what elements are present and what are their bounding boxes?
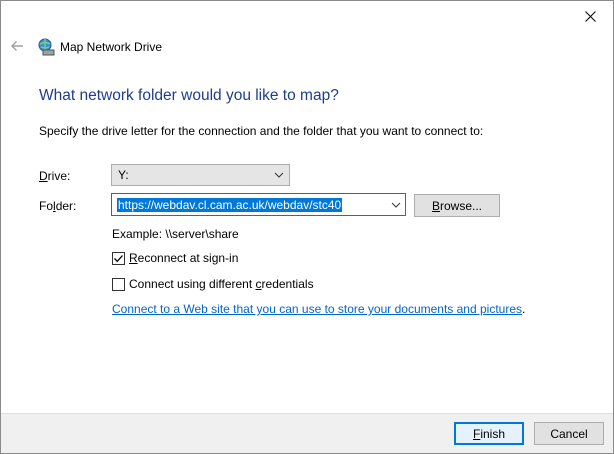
drive-select[interactable]: Y: xyxy=(111,164,290,186)
folder-combobox[interactable]: https://webdav.cl.cam.ac.uk/webdav/stc40 xyxy=(111,193,406,216)
folder-label: Folder: xyxy=(39,199,77,213)
cancel-button[interactable]: Cancel xyxy=(534,422,604,445)
web-site-link-row: Connect to a Web site that you can use t… xyxy=(112,302,526,316)
instructions-text: Specify the drive letter for the connect… xyxy=(39,124,484,138)
credentials-label: Connect using different credentials xyxy=(129,277,314,291)
checkmark-icon xyxy=(114,254,123,262)
back-arrow-icon xyxy=(11,41,23,51)
network-drive-icon xyxy=(37,38,55,56)
folder-input[interactable]: https://webdav.cl.cam.ac.uk/webdav/stc40 xyxy=(117,197,343,212)
chevron-down-icon xyxy=(274,172,284,178)
reconnect-checkbox[interactable] xyxy=(112,251,125,265)
close-icon xyxy=(584,10,596,22)
finish-button[interactable]: Finish xyxy=(454,422,524,445)
close-button[interactable] xyxy=(567,1,613,31)
page-heading: What network folder would you like to ma… xyxy=(39,87,339,104)
credentials-checkbox-row[interactable]: Connect using different credentials xyxy=(112,277,314,291)
example-text: Example: \\server\share xyxy=(112,227,239,241)
back-button[interactable] xyxy=(7,37,27,55)
wizard-header: Map Network Drive xyxy=(37,37,162,57)
reconnect-checkbox-row[interactable]: Reconnect at sign-in xyxy=(112,251,238,265)
title-bar xyxy=(1,1,613,31)
credentials-checkbox[interactable] xyxy=(112,277,125,291)
browse-button[interactable]: Browse... xyxy=(414,194,500,217)
reconnect-label: Reconnect at sign-in xyxy=(129,251,239,265)
map-network-drive-dialog: Map Network Drive What network folder wo… xyxy=(0,0,614,454)
chevron-down-icon[interactable] xyxy=(391,200,401,210)
drive-select-value: Y: xyxy=(118,168,129,182)
wizard-title: Map Network Drive xyxy=(60,40,163,54)
web-site-link[interactable]: Connect to a Web site that you can use t… xyxy=(112,302,522,316)
drive-label: Drive: xyxy=(39,169,71,183)
